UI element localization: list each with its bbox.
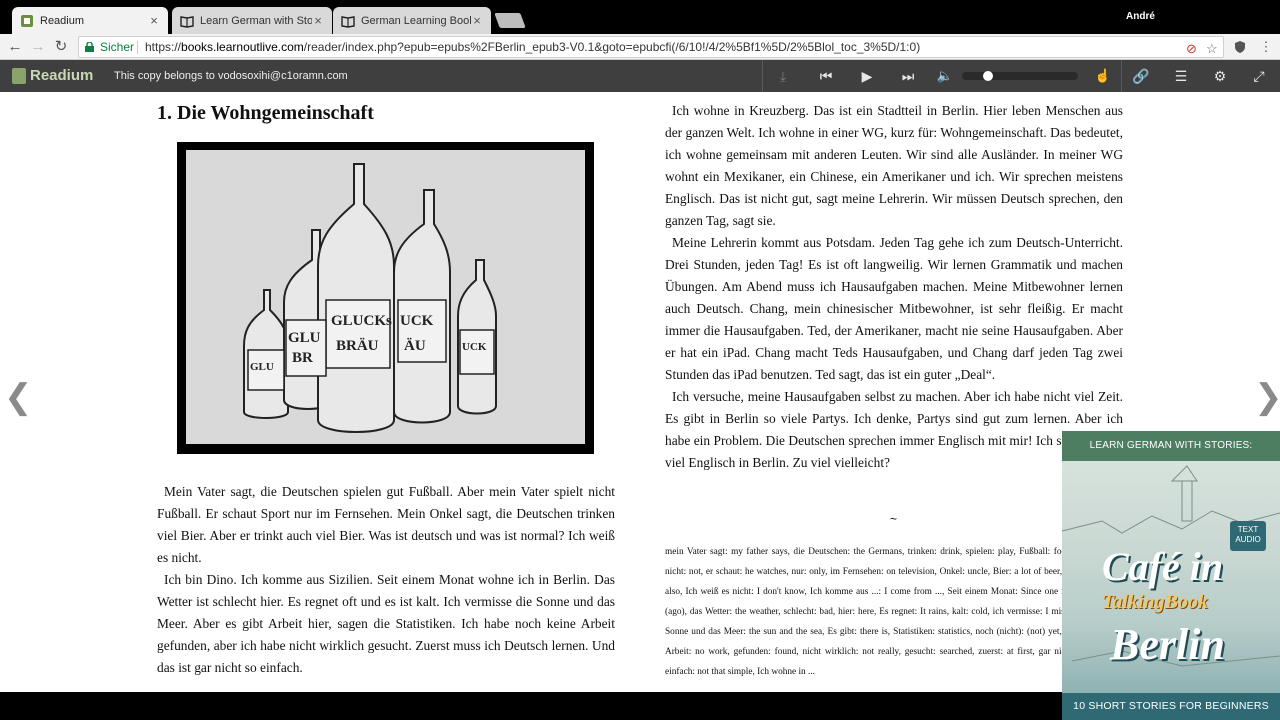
tab-learn-german[interactable]: Learn German with Storie ×: [172, 7, 332, 34]
blocked-popup-icon[interactable]: ⊘: [1186, 39, 1197, 59]
play-icon[interactable]: ▶: [857, 66, 877, 86]
readium-logo[interactable]: Readium: [12, 67, 93, 84]
book-icon: [341, 15, 355, 28]
vocabulary-glossary: mein Vater sagt: my father says, die Deu…: [665, 547, 1085, 677]
right-text-column: Ich wohne in Kreuzberg. Das ist ein Stad…: [665, 100, 1123, 474]
svg-text:BRÄU: BRÄU: [336, 338, 379, 354]
story-paragraph: Ich wohne in Kreuzberg. Das ist ein Stad…: [665, 103, 1123, 228]
svg-text:GLU: GLU: [288, 330, 321, 346]
reload-icon[interactable]: ↻: [52, 38, 70, 56]
section-separator: ~: [890, 512, 898, 526]
previous-page-chevron-icon[interactable]: ❮: [4, 377, 33, 417]
illustration-canvas: GLUCKs BRÄU UCK ÄU GLU BR GLU UCK: [186, 150, 585, 444]
chapter-illustration: GLUCKs BRÄU UCK ÄU GLU BR GLU UCK: [177, 142, 594, 454]
fullscreen-icon[interactable]: ⤢: [1249, 66, 1269, 86]
back-arrow-icon[interactable]: ←: [6, 38, 24, 56]
url-path: /reader/index.php?epub=epubs%2FBerlin_ep…: [303, 40, 921, 54]
close-tab-icon[interactable]: ×: [471, 13, 483, 28]
book-icon: [180, 15, 194, 28]
touch-sync-icon[interactable]: ☝: [1093, 66, 1113, 86]
svg-text:ÄU: ÄU: [404, 338, 426, 354]
extension-shield-icon[interactable]: [1233, 40, 1247, 54]
tab-german-learning-books[interactable]: German Learning Books ×: [333, 7, 491, 34]
new-tab-button[interactable]: [494, 13, 526, 28]
settings-gear-icon[interactable]: ⚙: [1210, 66, 1230, 86]
story-paragraph: Ich bin Dino. Ich komme aus Sizilien. Se…: [157, 572, 615, 675]
readium-logo-text: Readium: [30, 67, 94, 84]
svg-text:GLU: GLU: [250, 361, 274, 373]
url-host: books.learnoutlive.com: [181, 40, 304, 54]
volume-slider-handle[interactable]: [983, 71, 993, 81]
address-bar[interactable]: Sicher https://books.learnoutlive.com/re…: [78, 36, 1224, 58]
readium-toolbar: Readium This copy belongs to vodosoxihi@…: [0, 60, 1280, 92]
cover-title-line-3: Berlin: [1110, 620, 1225, 669]
cover-title-line-1: Café in: [1102, 544, 1224, 589]
bookmark-star-icon[interactable]: ☆: [1206, 39, 1218, 59]
story-paragraph: Mein Vater sagt, die Deutschen spielen g…: [157, 484, 615, 565]
next-page-chevron-icon[interactable]: ❯: [1254, 377, 1280, 417]
browser-toolbar: ← → ↻ Sicher https://books.learnoutlive.…: [0, 34, 1280, 60]
svg-text:UCK: UCK: [462, 341, 487, 353]
toolbar-divider: [762, 60, 763, 92]
table-of-contents-icon[interactable]: ☰: [1171, 66, 1191, 86]
close-tab-icon[interactable]: ×: [148, 13, 160, 28]
forward-arrow-icon[interactable]: →: [29, 38, 47, 56]
readium-logo-icon: [12, 67, 26, 84]
toolbar-divider: [1121, 60, 1122, 92]
beer-bottles-illustration: GLUCKs BRÄU UCK ÄU GLU BR GLU UCK: [243, 163, 497, 433]
omnibox-divider: [137, 41, 138, 54]
url-text[interactable]: https://books.learnoutlive.com/reader/in…: [145, 37, 920, 57]
svg-text:BR: BR: [292, 350, 313, 366]
link-icon[interactable]: 🔗: [1131, 66, 1151, 86]
tab-title: German Learning Books: [361, 14, 471, 27]
tab-readium[interactable]: Readium ×: [12, 7, 168, 34]
tab-strip: Readium × Learn German with Storie × Ger…: [0, 0, 1280, 34]
book-cover[interactable]: LEARN GERMAN WITH STORIES: TEXT AUDIO Ca…: [1062, 431, 1280, 720]
text-audio-badge: TEXT AUDIO: [1230, 521, 1266, 551]
chapter-title: 1. Die Wohngemeinschaft: [157, 102, 374, 124]
url-scheme: https://: [145, 40, 182, 54]
profile-name[interactable]: André: [1126, 11, 1155, 22]
close-tab-icon[interactable]: ×: [312, 13, 324, 28]
svg-text:UCK: UCK: [400, 313, 434, 329]
tab-title: Readium: [40, 14, 85, 27]
next-track-icon[interactable]: ⏭: [898, 66, 918, 86]
secure-label: Sicher: [100, 40, 135, 54]
volume-slider[interactable]: [962, 72, 1078, 80]
copy-owner-note: This copy belongs to vodosoxihi@c1oramn.…: [114, 70, 348, 82]
cover-title-line-2: TalkingBook: [1102, 591, 1208, 613]
svg-text:GLUCKs: GLUCKs: [331, 313, 392, 329]
bottom-bar: [0, 692, 1062, 720]
cover-series-title: LEARN GERMAN WITH STORIES:: [1062, 431, 1280, 461]
volume-icon[interactable]: 🔈: [935, 66, 955, 86]
previous-track-icon[interactable]: ⏮: [816, 66, 836, 86]
download-icon[interactable]: ⤓: [773, 66, 793, 86]
cover-artwork: TEXT AUDIO Café in TalkingBook Berlin: [1062, 461, 1280, 693]
story-paragraph: Meine Lehrerin kommt aus Potsdam. Jeden …: [665, 235, 1123, 382]
left-text-column: Mein Vater sagt, die Deutschen spielen g…: [157, 481, 615, 679]
menu-dots-icon[interactable]: ⋮: [1257, 38, 1275, 56]
cover-subtitle: 10 SHORT STORIES FOR BEGINNERS: [1062, 693, 1280, 720]
story-paragraph: Ich versuche, meine Hausaufgaben selbst …: [665, 389, 1123, 470]
lock-icon: [85, 42, 94, 52]
readium-favicon-icon: [21, 14, 33, 27]
tab-title: Learn German with Storie: [200, 14, 312, 27]
